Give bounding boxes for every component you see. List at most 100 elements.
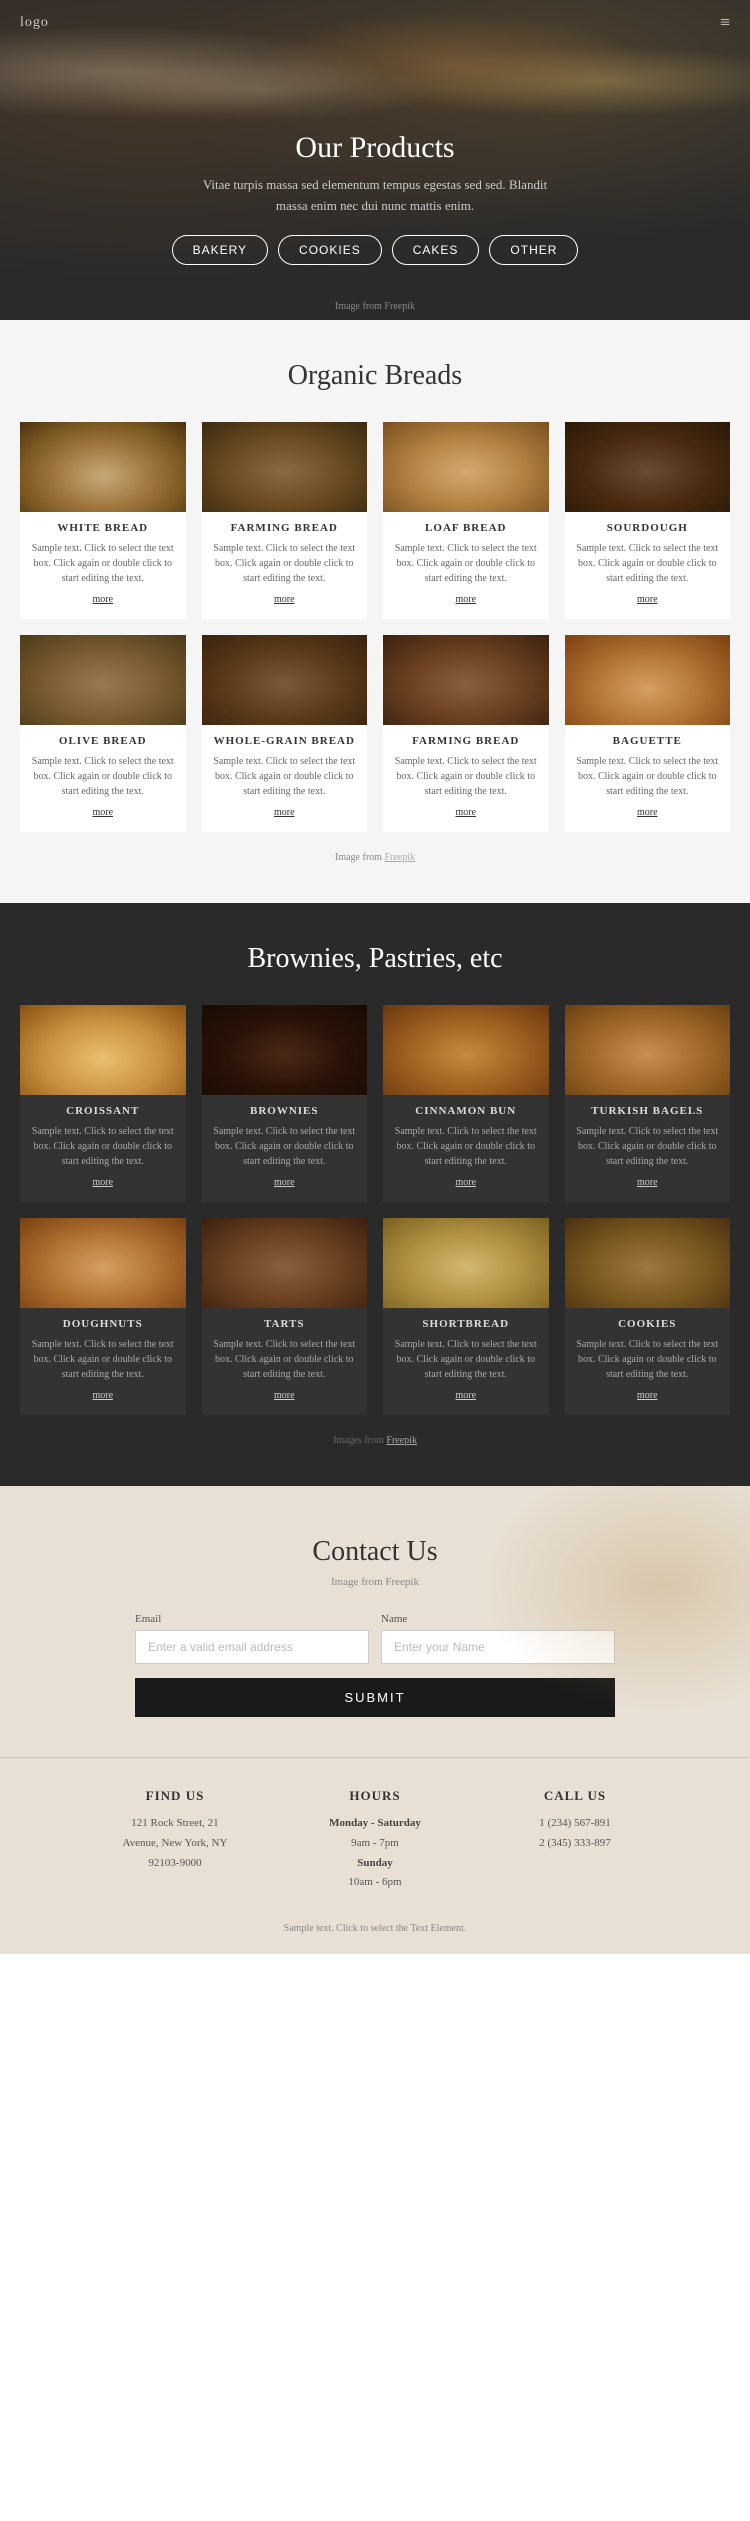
product-card: WHITE BREAD Sample text. Click to select … (20, 422, 186, 619)
other-button[interactable]: OTHER (489, 235, 578, 265)
hero-content: Our Products Vitae turpis massa sed elem… (0, 131, 750, 265)
product-name: TARTS (202, 1318, 368, 1330)
product-more-link[interactable]: more (383, 594, 549, 605)
cakes-button[interactable]: CAKES (392, 235, 480, 265)
product-name: BAGUETTE (565, 735, 731, 747)
find-us-column: FIND US 121 Rock Street, 21 Avenue, New … (85, 1788, 265, 1893)
product-description: Sample text. Click to select the text bo… (383, 541, 549, 586)
call-us-title: CALL US (485, 1788, 665, 1804)
pastries-image-credit: Images from Freepik (20, 1435, 730, 1466)
email-label: Email (135, 1613, 369, 1625)
product-more-link[interactable]: more (383, 1390, 549, 1401)
organic-breads-title: Organic Breads (20, 360, 730, 392)
product-more-link[interactable]: more (202, 1177, 368, 1188)
product-image (202, 422, 368, 512)
product-image (383, 635, 549, 725)
product-name: WHITE BREAD (20, 522, 186, 534)
product-image (565, 1005, 731, 1095)
product-image (20, 422, 186, 512)
product-card: WHOLE-GRAIN BREADSample text. Click to s… (202, 635, 368, 832)
logo: logo (20, 15, 49, 31)
pastries-section: Brownies, Pastries, etc CROISSANTSample … (0, 903, 750, 1486)
product-image (20, 1218, 186, 1308)
contact-subtitle: Image from Freepik (20, 1576, 730, 1588)
product-image (383, 1218, 549, 1308)
product-more-link[interactable]: more (383, 807, 549, 818)
hero-buttons: BAKERY COOKIES CAKES OTHER (0, 235, 750, 265)
cookies-button[interactable]: COOKIES (278, 235, 382, 265)
product-more-link[interactable]: more (202, 807, 368, 818)
product-name: FARMING BREAD (383, 735, 549, 747)
product-name: TURKISH BAGELS (565, 1105, 731, 1117)
product-description: Sample text. Click to select the text bo… (383, 1337, 549, 1382)
product-card: BROWNIESSample text. Click to select the… (202, 1005, 368, 1202)
product-more-link[interactable]: more (20, 807, 186, 818)
product-card: CINNAMON BUN Sample text. Click to select… (383, 1005, 549, 1202)
product-more-link[interactable]: more (565, 1390, 731, 1401)
organic-breads-grid: WHITE BREAD Sample text. Click to select … (20, 422, 730, 832)
hours-title: HOURS (285, 1788, 465, 1804)
organic-breads-section: Organic Breads WHITE BREAD Sample text. C… (0, 320, 750, 903)
product-card: SOURDOUGHSample text. Click to select th… (565, 422, 731, 619)
product-image (565, 1218, 731, 1308)
product-more-link[interactable]: more (383, 1177, 549, 1188)
navigation: logo ≡ (0, 0, 750, 45)
product-more-link[interactable]: more (20, 594, 186, 605)
product-card: TARTS Sample text. Click to select the te… (202, 1218, 368, 1415)
product-description: Sample text. Click to select the text bo… (565, 1124, 731, 1169)
product-card: FARMING BREADSample text. Click to selec… (383, 635, 549, 832)
pastries-title: Brownies, Pastries, etc (20, 943, 730, 975)
call-us-column: CALL US 1 (234) 567-891 2 (345) 333-897 (485, 1788, 665, 1893)
hero-image-credit: Image from Freepik (0, 301, 750, 312)
product-description: Sample text. Click to select the text bo… (202, 1337, 368, 1382)
product-more-link[interactable]: more (20, 1177, 186, 1188)
product-more-link[interactable]: more (20, 1390, 186, 1401)
product-more-link[interactable]: more (565, 807, 731, 818)
product-image (383, 1005, 549, 1095)
product-more-link[interactable]: more (202, 1390, 368, 1401)
footer-columns: FIND US 121 Rock Street, 21 Avenue, New … (85, 1788, 665, 1893)
product-more-link[interactable]: more (565, 1177, 731, 1188)
product-name: WHOLE-GRAIN BREAD (202, 735, 368, 747)
product-description: Sample text. Click to select the text bo… (20, 541, 186, 586)
product-name: FARMING BREAD (202, 522, 368, 534)
contact-title: Contact Us (20, 1536, 730, 1568)
hero-title: Our Products (0, 131, 750, 165)
name-label: Name (381, 1613, 615, 1625)
name-group: Name (381, 1613, 615, 1664)
form-row-top: Email Name (135, 1613, 615, 1664)
bakery-button[interactable]: BAKERY (172, 235, 268, 265)
hero-subtitle: Vitae turpis massa sed elementum tempus … (195, 175, 555, 217)
product-description: Sample text. Click to select the text bo… (20, 754, 186, 799)
product-description: Sample text. Click to select the text bo… (20, 1124, 186, 1169)
product-more-link[interactable]: more (565, 594, 731, 605)
product-image (20, 635, 186, 725)
product-name: CINNAMON BUN (383, 1105, 549, 1117)
product-description: Sample text. Click to select the text bo… (565, 754, 731, 799)
product-card: BAGUETTE Sample text. Click to select the… (565, 635, 731, 832)
product-more-link[interactable]: more (202, 594, 368, 605)
product-description: Sample text. Click to select the text bo… (202, 1124, 368, 1169)
product-image (202, 1218, 368, 1308)
find-us-address: 121 Rock Street, 21 Avenue, New York, NY… (85, 1814, 265, 1873)
product-image (565, 422, 731, 512)
breads-image-credit-link[interactable]: Freepik (384, 852, 415, 863)
hours-text: Monday - Saturday 9am - 7pm Sunday 10am … (285, 1814, 465, 1893)
email-group: Email (135, 1613, 369, 1664)
product-name: DOUGHNUTS (20, 1318, 186, 1330)
product-description: Sample text. Click to select the text bo… (383, 1124, 549, 1169)
product-image (383, 422, 549, 512)
name-input[interactable] (381, 1630, 615, 1664)
product-image (565, 635, 731, 725)
submit-button[interactable]: SUBMIT (135, 1678, 615, 1717)
contact-section: Contact Us Image from Freepik Email Name… (0, 1486, 750, 1757)
email-input[interactable] (135, 1630, 369, 1664)
product-description: Sample text. Click to select the text bo… (565, 1337, 731, 1382)
contact-form: Email Name SUBMIT (135, 1613, 615, 1717)
menu-icon[interactable]: ≡ (720, 12, 730, 33)
product-name: COOKIES (565, 1318, 731, 1330)
product-name: SOURDOUGH (565, 522, 731, 534)
product-card: TURKISH BAGELS Sample text. Click to sele… (565, 1005, 731, 1202)
pastries-image-credit-link[interactable]: Freepik (386, 1435, 417, 1446)
footer: FIND US 121 Rock Street, 21 Avenue, New … (0, 1757, 750, 1954)
